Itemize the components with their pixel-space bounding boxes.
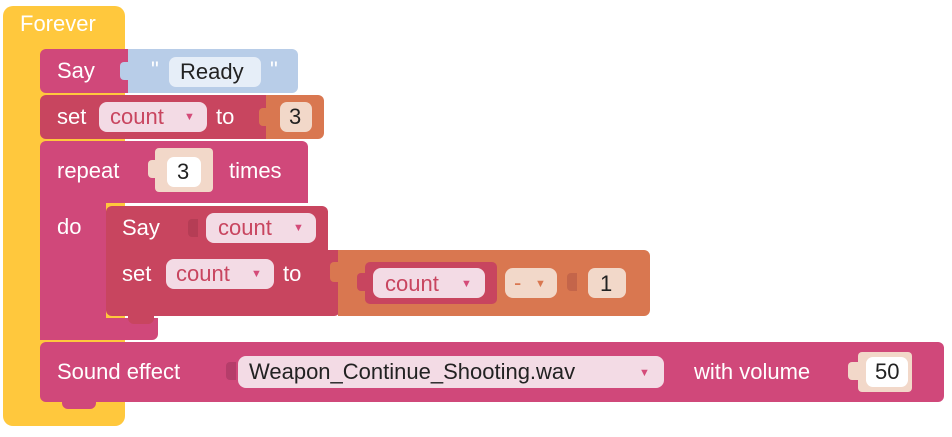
to-label-1: to — [216, 104, 235, 129]
repeat-count-input-text: 3 — [177, 159, 190, 184]
variable-dropdown-3-text: count — [176, 261, 230, 286]
puzzle-tab — [259, 108, 269, 126]
puzzle-tab — [226, 362, 236, 380]
forever-label: Forever — [20, 11, 96, 36]
puzzle-tab — [148, 160, 158, 178]
with-volume-label: with volume — [694, 359, 811, 384]
operator-dropdown[interactable] — [505, 268, 557, 298]
chevron-down-icon: ▼ — [293, 222, 304, 234]
say-label-2: Say — [122, 215, 160, 240]
do-label: do — [57, 214, 82, 239]
chevron-down-icon: ▼ — [251, 268, 262, 280]
quote-close: " — [270, 57, 278, 82]
sound-effect-label: Sound effect — [57, 359, 181, 384]
puzzle-tab — [357, 273, 367, 291]
math-operand-number-input-text: 1 — [600, 271, 613, 296]
puzzle-tab — [188, 219, 198, 237]
volume-input-text: 50 — [875, 359, 900, 384]
puzzle-tab — [848, 362, 858, 380]
chevron-down-icon: ▼ — [535, 278, 546, 290]
chevron-down-icon: ▼ — [639, 367, 650, 379]
number-input-1-text: 3 — [289, 104, 302, 129]
sound-file-dropdown-text: Weapon_Continue_Shooting.wav — [249, 359, 576, 384]
operator-dropdown-text: - — [514, 270, 522, 295]
set-label-2: set — [122, 261, 152, 286]
variable-dropdown-4-text: count — [385, 271, 439, 296]
quote-open: " — [151, 57, 159, 82]
say-label-1: Say — [57, 58, 95, 83]
variable-dropdown-2-text: count — [218, 215, 272, 240]
block-notch — [62, 400, 96, 409]
chevron-down-icon: ▼ — [184, 111, 195, 123]
set-label-1: set — [57, 104, 87, 129]
puzzle-tab — [567, 273, 577, 291]
times-label: times — [229, 158, 282, 183]
repeat-label: repeat — [57, 158, 120, 183]
string-input-text: Ready — [180, 59, 244, 84]
variable-dropdown-1-text: count — [110, 104, 164, 129]
puzzle-tab — [330, 262, 342, 282]
puzzle-tab — [120, 62, 132, 80]
chevron-down-icon: ▼ — [461, 278, 472, 290]
block-notch — [128, 316, 154, 324]
to-label-2: to — [283, 261, 302, 286]
